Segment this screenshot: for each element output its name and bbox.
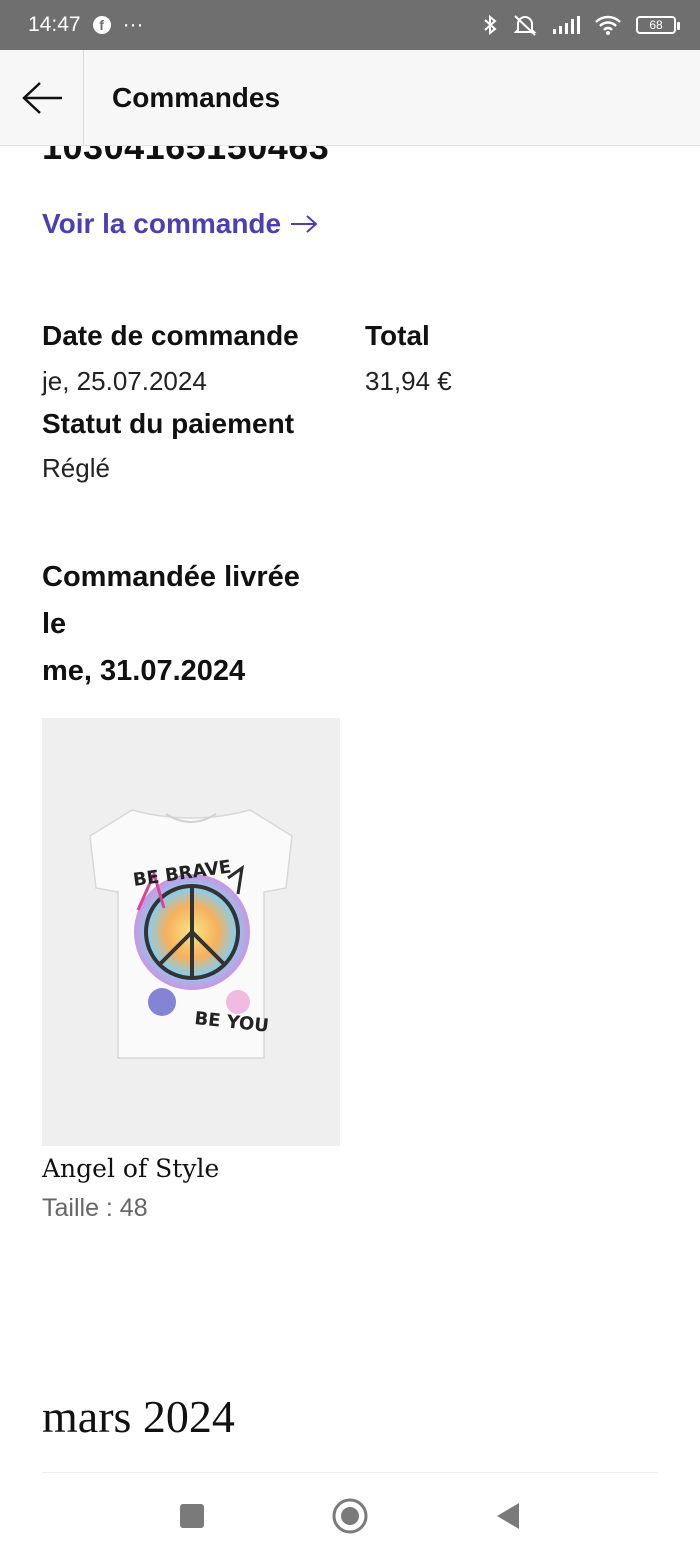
section-divider: [42, 1472, 658, 1473]
signal-icon: [553, 16, 580, 34]
triangle-back-icon: [497, 1503, 519, 1529]
system-back-button[interactable]: [488, 1496, 528, 1536]
facebook-icon: f: [92, 16, 111, 34]
arrow-right-icon: [291, 215, 318, 233]
delivery-date: me, 31.07.2024: [42, 655, 246, 687]
page-title: Commandes: [112, 81, 281, 113]
app-bar: Commandes: [0, 49, 700, 146]
view-order-label: Voir la commande: [42, 208, 282, 239]
month-heading: mars 2024: [42, 1391, 235, 1442]
view-order-link[interactable]: Voir la commande: [42, 208, 319, 240]
delivery-status: Commandée livrée le me, 31.07.2024: [42, 554, 342, 695]
delivery-status-line1: Commandée livrée: [42, 561, 300, 593]
muted-bell-icon: [513, 15, 537, 36]
status-bar-right: 68: [482, 13, 680, 37]
payment-status-value: Réglé: [42, 453, 110, 483]
tshirt-image: BE BRAVE BE YOU: [89, 809, 293, 1059]
arrow-left-icon: [21, 81, 62, 114]
order-total-value: 31,94 €: [365, 366, 452, 396]
status-time: 14:47: [28, 13, 81, 36]
bluetooth-icon: [484, 14, 497, 36]
recent-apps-button[interactable]: [172, 1496, 212, 1536]
status-bar: 14:47 f ··· 68: [0, 0, 700, 50]
product-image[interactable]: BE BRAVE BE YOU: [42, 718, 340, 1146]
order-date-label: Date de commande: [42, 320, 299, 351]
square-icon: [180, 1504, 204, 1528]
wifi-icon: [595, 15, 621, 35]
status-overflow-icon: ···: [122, 13, 144, 36]
product-brand: Angel of Style: [42, 1154, 220, 1183]
status-bar-left: 14:47 f ···: [28, 13, 144, 37]
battery-icon: 68: [636, 16, 680, 34]
payment-status-label: Statut du paiement: [42, 408, 295, 439]
home-button[interactable]: [330, 1496, 370, 1536]
order-date-value: je, 25.07.2024: [42, 366, 207, 396]
back-button[interactable]: [0, 49, 84, 146]
battery-level: 68: [649, 18, 663, 32]
product-size: Taille : 48: [42, 1194, 148, 1222]
delivery-status-line2: le: [42, 608, 67, 640]
home-circle-icon: [332, 1498, 368, 1534]
system-nav-bar: [0, 1476, 700, 1556]
order-total-label: Total: [365, 320, 430, 351]
